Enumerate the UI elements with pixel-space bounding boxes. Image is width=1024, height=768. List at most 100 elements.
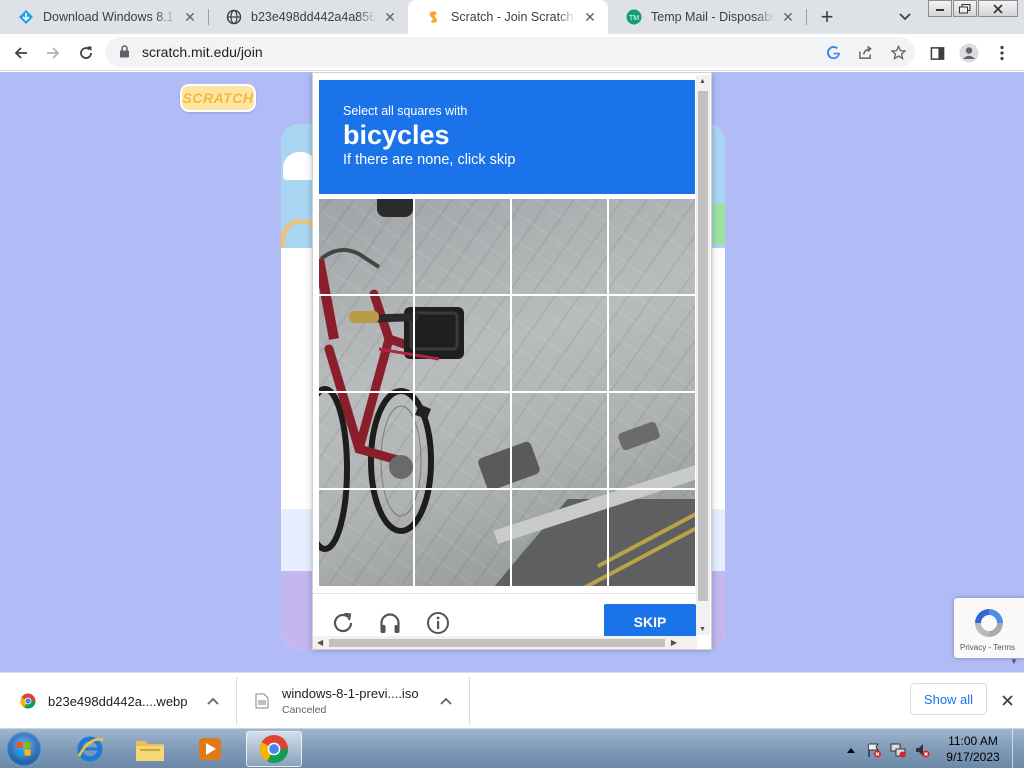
show-desktop-button[interactable] [1012, 729, 1024, 768]
tab-scratch-join[interactable]: Scratch - Join Scratch ✕ [408, 0, 608, 34]
horizontal-scrollbar[interactable]: ◀ ▶ [313, 636, 697, 649]
tab-title: Download Windows 8.1 64 [43, 10, 176, 24]
challenge-tile-13[interactable] [319, 490, 413, 586]
scroll-right-arrow-icon[interactable]: ▶ [671, 638, 677, 647]
challenge-prompt: Select all squares with [343, 104, 468, 118]
chevron-down-icon[interactable] [895, 7, 915, 27]
download-separator [469, 677, 470, 725]
restore-window-icon[interactable] [953, 0, 977, 17]
vertical-scrollbar[interactable]: ▲ ▼ [696, 75, 710, 635]
show-hidden-icons-icon[interactable] [843, 742, 859, 758]
arrow-down-diamond-icon [18, 9, 34, 25]
scroll-up-arrow-icon[interactable]: ▲ [699, 78, 706, 85]
recaptcha-badge[interactable]: Privacy - Terms [954, 598, 1024, 658]
challenge-tile-14[interactable] [415, 490, 509, 586]
file-explorer-icon[interactable] [122, 731, 178, 767]
file-icon [253, 692, 271, 710]
close-icon[interactable]: ✕ [382, 9, 398, 25]
info-icon[interactable] [425, 610, 451, 636]
close-icon[interactable]: ✕ [582, 9, 598, 25]
close-icon[interactable] [997, 690, 1017, 710]
tab-temp-mail[interactable]: TM Temp Mail - Disposable Te ✕ [608, 0, 806, 34]
clock-time: 11:00 AM [948, 734, 998, 748]
internet-explorer-icon[interactable] [62, 731, 118, 767]
challenge-header: Select all squares with bicycles If ther… [319, 80, 695, 194]
close-window-icon[interactable] [978, 0, 1018, 17]
tab-title: Temp Mail - Disposable Te [651, 10, 774, 24]
privacy-link[interactable]: Privacy [960, 643, 986, 652]
browser-toolbar: scratch.mit.edu/join [0, 34, 1024, 71]
google-icon[interactable] [824, 43, 842, 61]
challenge-image-grid [319, 199, 695, 586]
show-all-button[interactable]: Show all [910, 683, 987, 715]
challenge-tile-11[interactable] [512, 393, 606, 489]
new-tab-icon[interactable]: + [815, 4, 839, 29]
scroll-left-arrow-icon[interactable]: ◀ [317, 638, 323, 647]
hcaptcha-challenge: Select all squares with bicycles If ther… [312, 72, 712, 650]
download-separator [236, 677, 237, 725]
clock-date: 9/17/2023 [946, 750, 1000, 764]
windows-taskbar: 11:00 AM 9/17/2023 [0, 728, 1024, 768]
address-bar[interactable]: scratch.mit.edu/join [105, 37, 915, 67]
start-button-icon[interactable] [6, 731, 42, 767]
challenge-tile-5[interactable] [319, 296, 413, 392]
challenge-object: bicycles [343, 120, 450, 150]
download-status: Canceled [282, 704, 327, 716]
volume-muted-icon[interactable] [914, 742, 930, 758]
forward-arrow-icon[interactable] [40, 40, 66, 66]
challenge-tile-8[interactable] [609, 296, 695, 392]
challenge-tile-12[interactable] [609, 393, 695, 489]
close-icon[interactable]: ✕ [780, 9, 796, 25]
hill-illustration [713, 204, 725, 244]
minimize-window-icon[interactable] [928, 0, 952, 17]
network-icon[interactable] [890, 742, 906, 758]
refresh-icon[interactable] [330, 610, 356, 636]
scrollbar-thumb[interactable] [698, 91, 708, 601]
tab-separator [806, 9, 807, 25]
kebab-menu-icon[interactable] [989, 40, 1015, 66]
terms-link[interactable]: Terms [993, 643, 1015, 652]
media-player-icon[interactable] [182, 731, 238, 767]
side-panel-icon[interactable] [924, 40, 950, 66]
challenge-footer: SKIP [313, 593, 697, 640]
challenge-tile-2[interactable] [415, 199, 509, 295]
reload-icon[interactable] [73, 40, 99, 66]
download-filename: b23e498dd442a....webp [48, 693, 188, 709]
svg-text:TM: TM [629, 15, 639, 22]
scroll-down-arrow-icon[interactable]: ▼ [1010, 657, 1018, 666]
tab-download-windows[interactable]: Download Windows 8.1 64 ✕ [0, 0, 208, 34]
download-item[interactable]: windows-8-1-previ....iso Canceled [253, 673, 419, 729]
recaptcha-logo-icon [975, 609, 1003, 637]
action-center-flag-icon[interactable] [866, 742, 882, 758]
chevron-up-icon[interactable] [437, 692, 455, 710]
chevron-up-icon[interactable] [204, 692, 222, 710]
challenge-tile-7[interactable] [512, 296, 606, 392]
challenge-tile-1[interactable] [319, 199, 413, 295]
challenge-tile-6[interactable] [415, 296, 509, 392]
skip-button[interactable]: SKIP [604, 604, 696, 640]
scrollbar-thumb[interactable] [329, 639, 665, 647]
challenge-tile-16[interactable] [609, 490, 695, 586]
taskbar-clock[interactable]: 11:00 AM 9/17/2023 [940, 733, 1006, 765]
share-icon[interactable] [856, 43, 874, 61]
scroll-down-arrow-icon[interactable]: ▼ [699, 626, 706, 633]
download-item[interactable]: b23e498dd442a....webp [19, 673, 188, 729]
bookmark-star-icon[interactable] [889, 43, 907, 61]
tab-image[interactable]: b23e498dd442a4a85606f ✕ [208, 0, 408, 34]
lock-icon[interactable] [119, 45, 130, 63]
audio-headphones-icon[interactable] [377, 610, 403, 636]
scratch-logo[interactable]: SCRATCH [180, 84, 256, 112]
challenge-tile-15[interactable] [512, 490, 606, 586]
tempmail-favicon-icon: TM [626, 9, 642, 25]
back-arrow-icon[interactable] [8, 40, 34, 66]
challenge-tile-3[interactable] [512, 199, 606, 295]
close-icon[interactable]: ✕ [182, 9, 198, 25]
chrome-taskbar-icon[interactable] [246, 731, 302, 767]
downloads-bar: b23e498dd442a....webp windows-8-1-previ.… [0, 672, 1024, 728]
challenge-tile-4[interactable] [609, 199, 695, 295]
recaptcha-links: Privacy - Terms [960, 643, 1015, 652]
profile-avatar-icon[interactable] [956, 40, 982, 66]
challenge-tile-10[interactable] [415, 393, 509, 489]
challenge-tile-9[interactable] [319, 393, 413, 489]
url-text[interactable]: scratch.mit.edu/join [142, 44, 263, 60]
